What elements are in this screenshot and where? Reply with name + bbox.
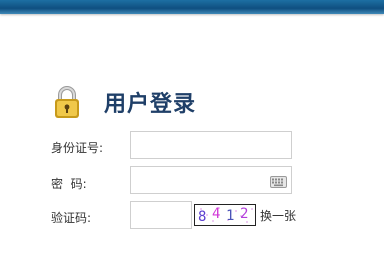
captcha-digit: 8 (198, 209, 206, 225)
refresh-captcha-link[interactable]: 换一张 (260, 207, 296, 224)
captcha-digit: 2 (240, 206, 248, 222)
id-number-label: 身份证号: (51, 141, 104, 155)
captcha-label: 验证码: (51, 211, 92, 225)
captcha-input[interactable] (130, 201, 192, 229)
keyboard-icon[interactable] (270, 173, 287, 188)
captcha-digit: 1 (226, 208, 234, 224)
captcha-image[interactable]: 8412 (194, 204, 256, 226)
id-number-input[interactable] (130, 131, 292, 159)
lock-icon (52, 85, 82, 119)
page-title: 用户登录 (104, 91, 197, 117)
password-label: 密 码: (51, 177, 87, 191)
captcha-digit: 4 (212, 206, 220, 222)
header-bar (0, 0, 384, 14)
password-input[interactable] (130, 166, 292, 194)
